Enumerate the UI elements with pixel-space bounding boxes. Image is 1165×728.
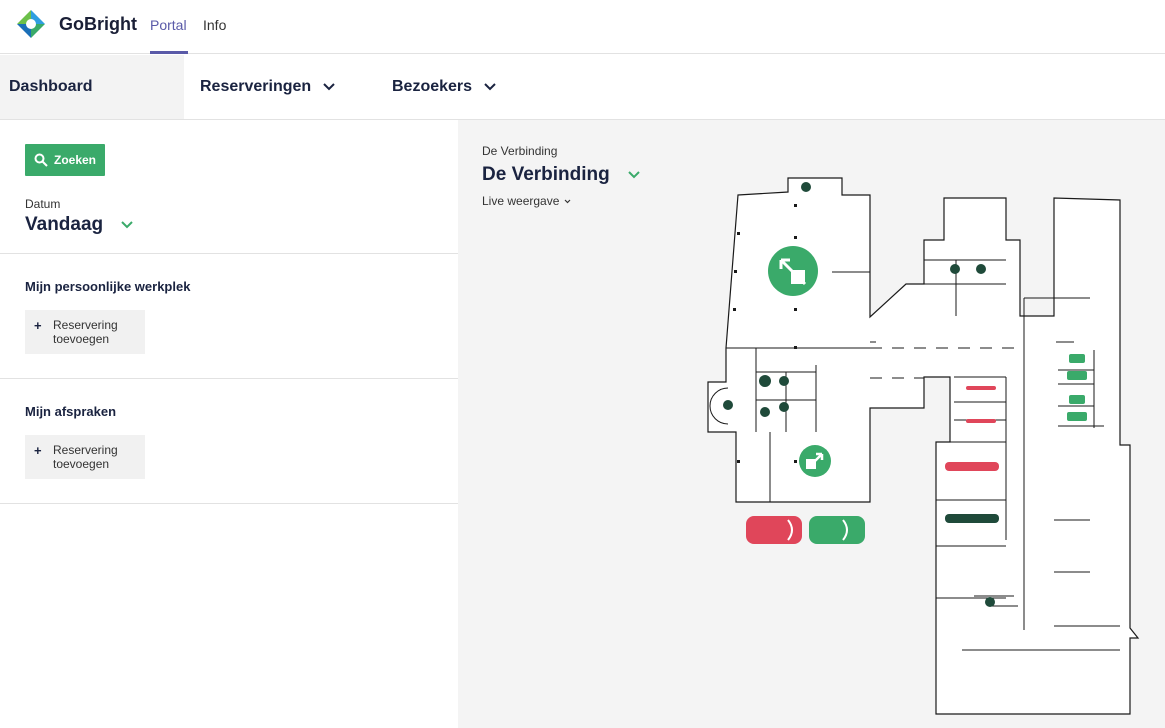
chevron-down-icon <box>323 83 335 91</box>
appointments-section: Mijn afspraken + Reservering toevoegen <box>0 378 458 503</box>
main-nav: Dashboard Reserveringen Bezoekers <box>0 55 1165 120</box>
floor-plan[interactable] <box>458 120 1165 728</box>
parking-markers <box>746 516 865 544</box>
nav-reservations[interactable]: Reserveringen <box>200 55 335 119</box>
plus-icon: + <box>34 443 42 458</box>
add-workspace-reservation-label: Reservering toevoegen <box>53 318 118 346</box>
gobright-logo-icon <box>17 10 45 38</box>
desk-available[interactable] <box>1069 354 1085 363</box>
tab-portal[interactable]: Portal <box>150 17 187 33</box>
add-appointment-reservation-button[interactable]: + Reservering toevoegen <box>25 435 145 479</box>
brand-name: GoBright <box>59 14 137 34</box>
desk-occupied[interactable] <box>966 419 996 423</box>
location-value: De Verbinding <box>482 164 610 185</box>
section-divider <box>0 503 458 504</box>
search-icon <box>34 153 48 167</box>
floor-map-panel: De Verbinding De Verbinding Live weergav… <box>458 120 1165 728</box>
top-bar: GoBright Portal Info <box>0 0 1165 54</box>
tab-info[interactable]: Info <box>203 17 226 33</box>
desk-reserved[interactable] <box>945 514 999 523</box>
workspace-section: Mijn persoonlijke werkplek + Reservering… <box>0 253 458 378</box>
desk-available[interactable] <box>1069 395 1085 404</box>
view-mode-selector[interactable]: Live weergave <box>482 194 571 208</box>
search-button[interactable]: Zoeken <box>25 144 105 176</box>
desk-occupied[interactable] <box>966 386 996 390</box>
parking-spot-occupied[interactable] <box>746 516 802 544</box>
active-tab-indicator <box>150 51 188 54</box>
nav-reservations-label: Reserveringen <box>200 78 312 95</box>
nav-dashboard-label: Dashboard <box>9 78 93 95</box>
location-label: De Verbinding <box>482 144 558 158</box>
nav-visitors[interactable]: Bezoekers <box>392 55 496 119</box>
chevron-down-icon <box>484 83 496 91</box>
chevron-down-icon <box>628 171 640 179</box>
desk-available[interactable] <box>1067 371 1087 380</box>
add-workspace-reservation-button[interactable]: + Reservering toevoegen <box>25 310 145 354</box>
chevron-down-icon <box>121 221 133 229</box>
desk-available[interactable] <box>1067 412 1087 421</box>
chevron-down-icon <box>564 199 571 203</box>
workspace-title: Mijn persoonlijke werkplek <box>25 279 191 294</box>
parking-spot-available[interactable] <box>809 516 865 544</box>
search-button-label: Zoeken <box>53 153 96 167</box>
add-appointment-reservation-label: Reservering toevoegen <box>53 443 118 471</box>
date-label: Datum <box>25 197 61 211</box>
view-mode-label: Live weergave <box>482 194 560 208</box>
plus-icon: + <box>34 318 42 333</box>
appointments-title: Mijn afspraken <box>25 404 117 419</box>
date-selector[interactable]: Vandaag <box>25 214 133 236</box>
date-value: Vandaag <box>25 214 104 235</box>
desk-occupied[interactable] <box>945 462 999 471</box>
nav-dashboard[interactable]: Dashboard <box>0 55 184 119</box>
location-selector[interactable]: De Verbinding <box>482 164 640 186</box>
sidebar: Zoeken Datum Vandaag Mijn persoonlijke w… <box>0 120 458 728</box>
nav-visitors-label: Bezoekers <box>392 78 473 95</box>
